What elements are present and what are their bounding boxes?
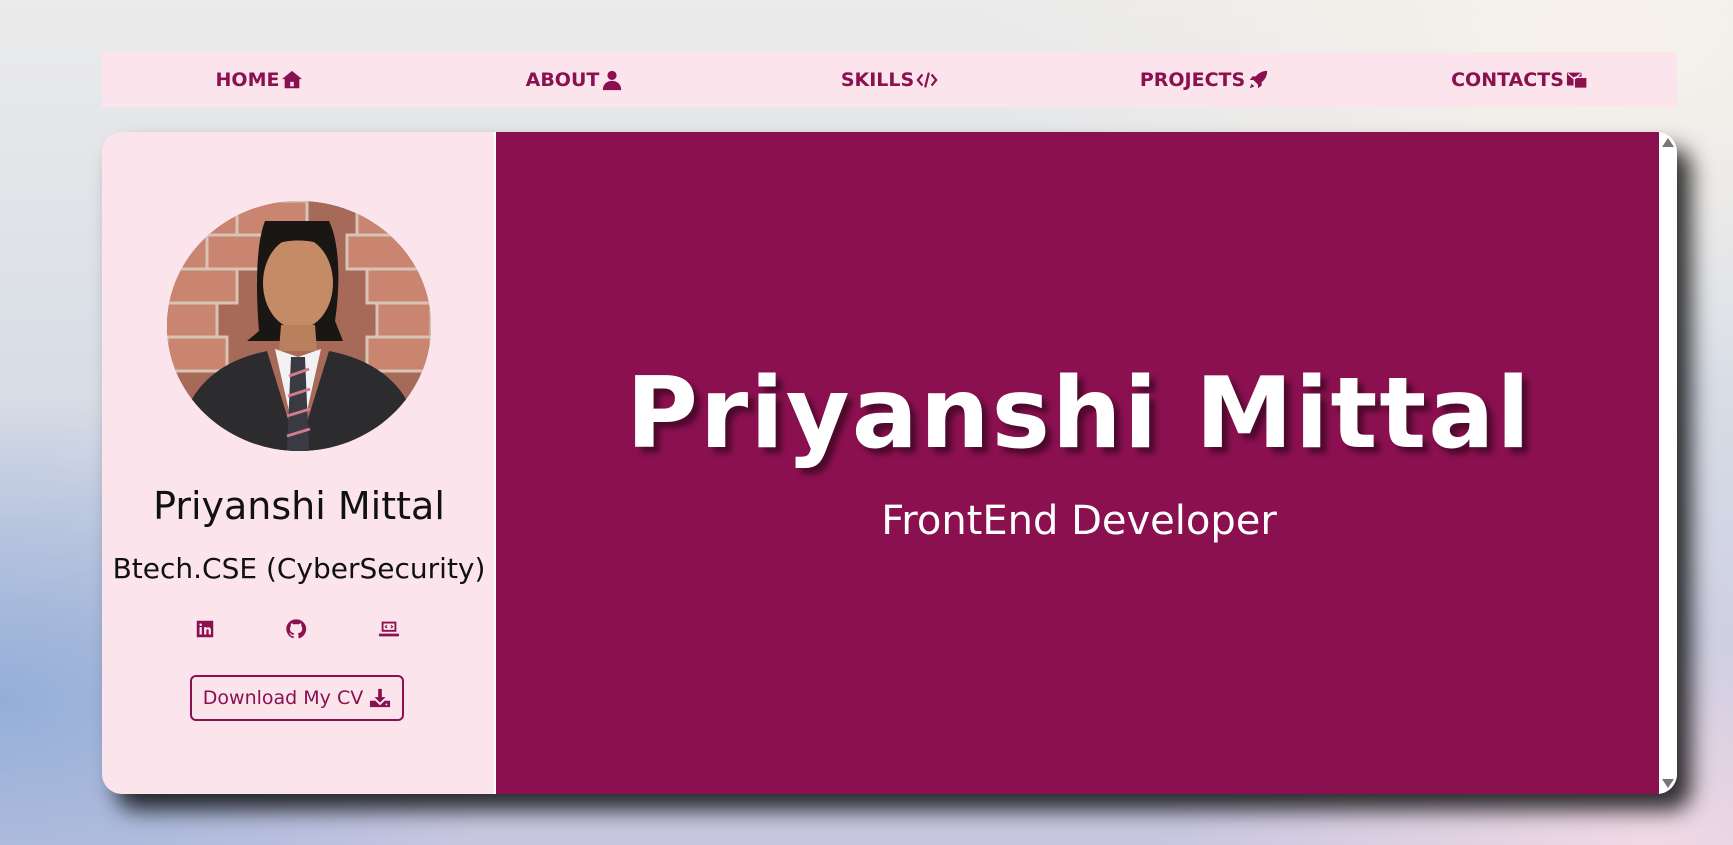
linkedin-link[interactable] bbox=[194, 618, 216, 640]
social-links bbox=[102, 618, 496, 648]
profile-sidebar: Priyanshi Mittal Btech.CSE (CyberSecurit… bbox=[102, 132, 499, 794]
nav-home[interactable]: HOME bbox=[102, 69, 417, 91]
profile-card: Priyanshi Mittal Btech.CSE (CyberSecurit… bbox=[102, 132, 1677, 794]
scroll-up-arrow-icon[interactable] bbox=[1662, 138, 1674, 147]
nav-contacts-label: CONTACTS bbox=[1451, 68, 1564, 91]
hero-banner: Priyanshi Mittal FrontEnd Developer bbox=[499, 132, 1659, 794]
laptop-code-icon bbox=[378, 621, 400, 637]
download-cv-button[interactable]: Download My CV bbox=[190, 675, 404, 721]
rocket-icon bbox=[1249, 70, 1268, 88]
nav-projects-label: PROJECTS bbox=[1139, 68, 1246, 91]
nav-about[interactable]: ABOUT bbox=[417, 69, 732, 91]
hero-name: Priyanshi Mittal bbox=[626, 357, 1532, 471]
nav-about-label: ABOUT bbox=[525, 68, 600, 91]
profile-name: Priyanshi Mittal bbox=[153, 484, 445, 528]
vertical-scrollbar[interactable] bbox=[1659, 132, 1677, 794]
top-navbar: HOME ABOUT SKILLS PROJECTS CONTACTS bbox=[102, 52, 1677, 107]
hero-role: FrontEnd Developer bbox=[881, 498, 1277, 544]
github-link[interactable] bbox=[285, 618, 307, 640]
code-icon bbox=[916, 71, 938, 88]
envelope-icon bbox=[1566, 72, 1588, 89]
nav-projects[interactable]: PROJECTS bbox=[1047, 69, 1362, 91]
nav-contacts[interactable]: CONTACTS bbox=[1362, 69, 1677, 91]
nav-skills-label: SKILLS bbox=[840, 68, 915, 91]
profile-photo bbox=[167, 201, 431, 451]
download-icon bbox=[370, 688, 391, 708]
nav-skills[interactable]: SKILLS bbox=[732, 69, 1047, 91]
linkedin-icon bbox=[196, 620, 214, 638]
github-icon bbox=[286, 619, 307, 639]
download-cv-label: Download My CV bbox=[202, 687, 364, 709]
profile-degree: Btech.CSE (CyberSecurity) bbox=[112, 552, 486, 585]
scroll-down-arrow-icon[interactable] bbox=[1662, 779, 1674, 788]
portfolio-link[interactable] bbox=[378, 618, 400, 640]
user-icon bbox=[603, 70, 622, 90]
house-icon bbox=[282, 70, 303, 88]
nav-home-label: HOME bbox=[215, 68, 280, 91]
